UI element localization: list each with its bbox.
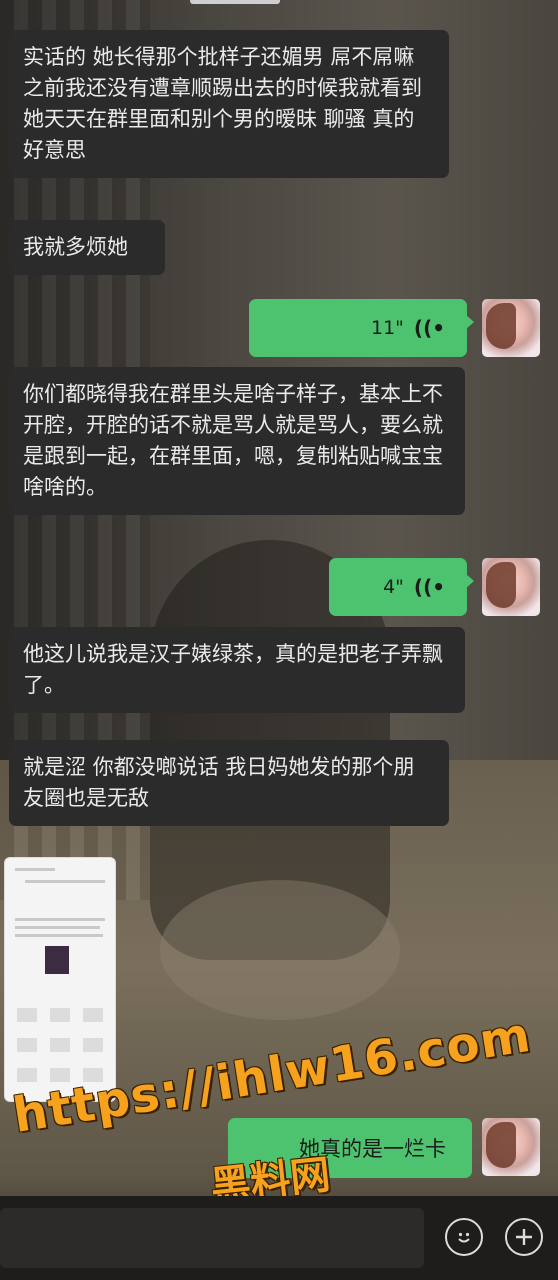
voice-duration: 4" [383,576,404,598]
voice-wave-icon: ((• [413,575,445,599]
smile-icon[interactable] [445,1218,483,1256]
thumbnail-image [45,946,69,974]
message-text: 就是涩 你都没啷说话 我日妈她发的那个朋友圈也是无敌 [23,755,415,810]
message-input[interactable] [0,1208,424,1268]
user-avatar[interactable] [482,558,540,616]
message-text: 他这儿说我是汉子婊绿茶，真的是把老子弄飘了。 [23,642,443,697]
bubble-tail [466,574,474,588]
voice-duration: 11" [371,317,404,339]
image-message[interactable] [4,857,116,1102]
plus-icon[interactable] [505,1218,543,1256]
user-avatar[interactable] [482,1118,540,1176]
incoming-message[interactable]: 他这儿说我是汉子婊绿茶，真的是把老子弄飘了。 [9,627,465,713]
input-bar [0,1196,558,1280]
message-text: 你们都晓得我在群里头是啥子样子，基本上不开腔，开腔的话不就是骂人就是骂人，要么就… [23,382,443,499]
incoming-message[interactable]: 你们都晓得我在群里头是啥子样子，基本上不开腔，开腔的话不就是骂人就是骂人，要么就… [9,367,465,515]
user-avatar[interactable] [482,299,540,357]
bubble-tail [466,315,474,329]
incoming-message[interactable]: 实话的 她长得那个批样子还媚男 屌不屌嘛 之前我还没有遭章顺踢出去的时候我就看到… [9,30,449,178]
incoming-message[interactable]: 就是涩 你都没啷说话 我日妈她发的那个朋友圈也是无敌 [9,740,449,826]
voice-message[interactable]: 11" ((• [249,299,474,357]
previous-message-edge [190,0,280,4]
background-cushion [160,880,400,1020]
voice-message[interactable]: 4" ((• [329,558,474,616]
incoming-message[interactable]: 我就多烦她 [9,220,165,275]
voice-wave-icon: ((• [413,316,445,340]
message-text: 我就多烦她 [23,235,128,259]
message-text: 实话的 她长得那个批样子还媚男 屌不屌嘛 之前我还没有遭章顺踢出去的时候我就看到… [23,45,422,162]
